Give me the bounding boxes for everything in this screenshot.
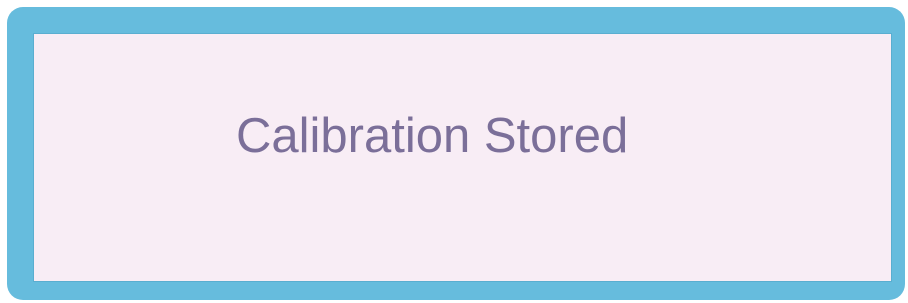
status-dialog-panel: Calibration Stored: [33, 33, 892, 282]
calibration-status-message: Calibration Stored: [236, 109, 629, 163]
status-dialog-frame: Calibration Stored: [7, 7, 905, 300]
